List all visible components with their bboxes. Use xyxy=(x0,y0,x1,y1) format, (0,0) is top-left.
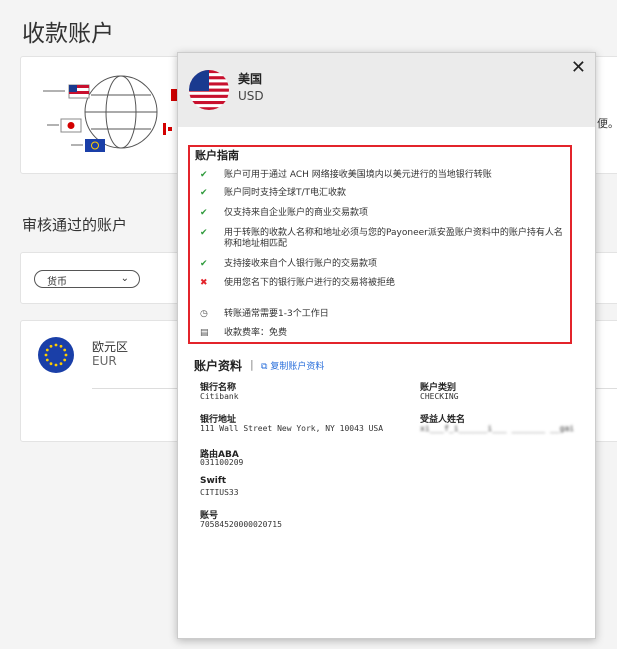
account-type-value: CHECKING xyxy=(420,392,459,401)
intro-text-fragment: 便。 xyxy=(597,117,617,130)
modal-country: 美国 xyxy=(238,72,263,86)
cross-icon: ✖ xyxy=(200,278,208,288)
account-details-modal: 美国 USD ✕ 账户指南 ✔ 账户可用于通过 ACH 网络接收美国境内以美元进… xyxy=(177,52,596,639)
eu-flag-icon xyxy=(38,337,74,373)
approved-accounts-heading: 审核通过的账户 xyxy=(22,216,128,234)
clock-icon: ◷ xyxy=(200,309,208,319)
account-profile-title: 账户资料 xyxy=(194,359,243,373)
check-icon: ✔ xyxy=(200,228,208,238)
check-icon: ✔ xyxy=(200,208,208,218)
copy-account-details-button[interactable]: ⧉ 复制账户资料 xyxy=(261,359,324,372)
modal-currency: USD xyxy=(238,89,264,103)
swift-label: Swift xyxy=(200,476,227,486)
eu-account-currency: EUR xyxy=(92,354,117,368)
currency-filter-select[interactable]: 货币 ⌄ xyxy=(34,270,140,288)
account-number-value: 70584520000020715 xyxy=(200,520,282,529)
currency-filter-label: 货币 xyxy=(47,277,67,288)
receipt-icon: ▤ xyxy=(200,328,209,338)
beneficiary-name-value: xi___f_i______i___ _______ __gai xyxy=(420,424,575,433)
copy-account-details-label: 复制账户资料 xyxy=(270,362,325,372)
page-title: 收款账户 xyxy=(22,21,114,47)
swift-value: CITIUS33 xyxy=(200,488,239,497)
bank-address-value: 111 Wall Street New York, NY 10043 USA xyxy=(200,424,384,433)
routing-aba-value: 031100209 xyxy=(200,458,244,467)
check-icon: ✔ xyxy=(200,170,208,180)
chevron-down-icon: ⌄ xyxy=(120,273,129,284)
us-flag-icon xyxy=(189,70,229,110)
close-icon[interactable]: ✕ xyxy=(571,57,586,78)
check-icon: ✔ xyxy=(200,259,208,269)
global-accounts-illustration xyxy=(43,75,179,152)
bank-name-value: Citibank xyxy=(200,392,239,401)
eu-account-name: 欧元区 xyxy=(92,340,129,354)
separator: | xyxy=(250,358,254,371)
check-icon: ✔ xyxy=(200,188,208,198)
copy-icon: ⧉ xyxy=(261,362,268,372)
eu-flag-small-icon xyxy=(85,139,105,152)
account-guide-title: 账户指南 xyxy=(195,149,239,162)
